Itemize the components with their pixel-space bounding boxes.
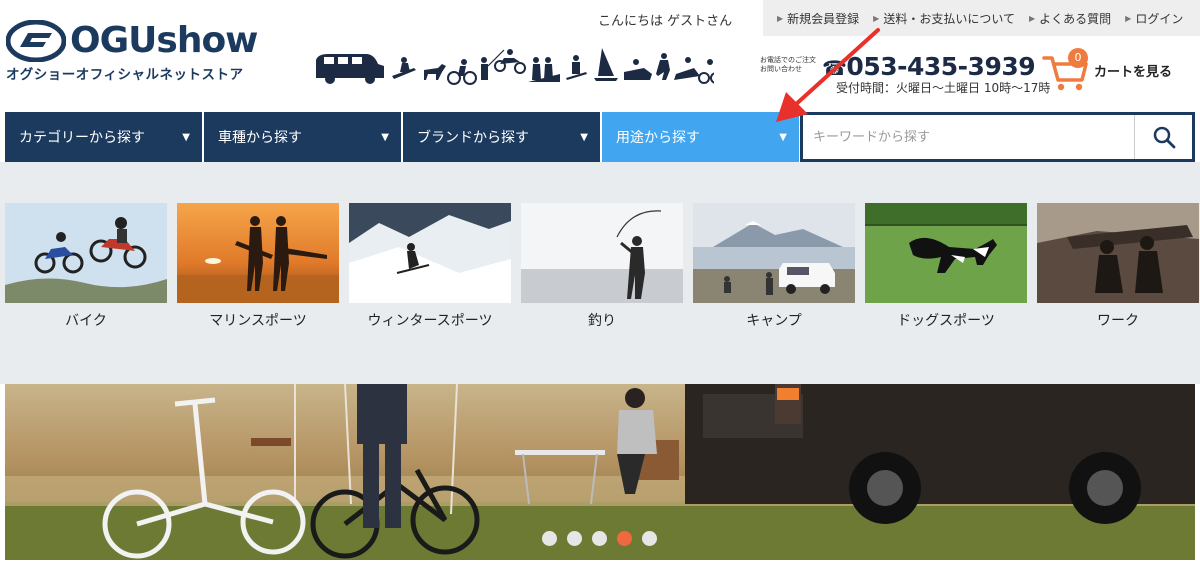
- caret-down-icon: ▼: [381, 131, 389, 143]
- cart-label: カートを見る: [1094, 64, 1173, 80]
- nav-vehicle[interactable]: 車種から探す ▼: [204, 112, 401, 162]
- cart-icon: 0: [1042, 48, 1090, 92]
- phone-caption: お電話でのご注文 お問い合わせ: [760, 56, 816, 74]
- top-link-login[interactable]: ▶ ログイン: [1125, 10, 1183, 27]
- category-camp[interactable]: キャンプ: [693, 203, 855, 353]
- cart-button[interactable]: 0 カートを見る: [1042, 48, 1172, 92]
- triangle-icon: ▶: [1125, 13, 1132, 23]
- category-dog[interactable]: ドッグスポーツ: [865, 203, 1027, 353]
- logo-text: OGUshow: [70, 20, 258, 61]
- category-image: [177, 203, 339, 303]
- brand-logo[interactable]: OGUshow: [6, 20, 258, 62]
- category-label: キャンプ: [746, 313, 802, 329]
- nav-category[interactable]: カテゴリーから探す ▼: [5, 112, 202, 162]
- nav-label: カテゴリーから探す: [19, 130, 145, 146]
- phone-caption-line2: お問い合わせ: [760, 65, 802, 73]
- activity-silhouettes-icon: [316, 48, 714, 85]
- search-icon: [1153, 126, 1175, 149]
- top-link-shipping[interactable]: ▶ 送料・お支払いについて: [873, 10, 1015, 27]
- search-box: [800, 112, 1195, 162]
- category-marine[interactable]: マリンスポーツ: [177, 203, 339, 353]
- slide-indicator: [542, 531, 657, 546]
- category-label: マリンスポーツ: [209, 313, 307, 329]
- category-label: 釣り: [588, 313, 616, 329]
- slide-dot-2[interactable]: [567, 531, 582, 546]
- category-list: バイク マリンスポーツ ウィンタースポーツ 釣り キャンプ ドッグスポーツ ワー…: [5, 203, 1199, 353]
- nav-label: 用途から探す: [616, 130, 700, 146]
- search-input[interactable]: [803, 115, 1134, 159]
- caret-down-icon: ▼: [580, 131, 588, 143]
- caret-down-icon: ▼: [182, 131, 190, 143]
- top-link-faq[interactable]: ▶ よくある質問: [1029, 10, 1111, 27]
- category-image: [865, 203, 1027, 303]
- category-work[interactable]: ワーク: [1037, 203, 1199, 353]
- top-link-label: ログイン: [1135, 11, 1184, 26]
- nav-usage[interactable]: 用途から探す ▼: [602, 112, 799, 162]
- main-nav: カテゴリーから探す ▼ 車種から探す ▼ ブランドから探す ▼ 用途から探す ▼: [5, 112, 1195, 162]
- search-button[interactable]: [1134, 115, 1192, 159]
- phone-icon: ☎: [822, 56, 847, 80]
- cart-count-badge: 0: [1068, 48, 1088, 68]
- nav-brand[interactable]: ブランドから探す ▼: [403, 112, 600, 162]
- triangle-icon: ▶: [777, 13, 784, 23]
- category-bike[interactable]: バイク: [5, 203, 167, 353]
- category-label: ドッグスポーツ: [897, 313, 995, 329]
- greeting-text: こんにちは ゲストさん: [598, 14, 733, 29]
- top-link-label: よくある質問: [1039, 11, 1112, 26]
- slide-dot-3[interactable]: [592, 531, 607, 546]
- category-winter[interactable]: ウィンタースポーツ: [349, 203, 511, 353]
- category-image: [521, 203, 683, 303]
- triangle-icon: ▶: [1028, 13, 1036, 23]
- top-link-label: 新規会員登録: [787, 11, 860, 26]
- slide-dot-4[interactable]: [617, 531, 632, 546]
- usage-category-section: バイク マリンスポーツ ウィンタースポーツ 釣り キャンプ ドッグスポーツ ワー…: [0, 162, 1200, 384]
- slide-dot-5[interactable]: [642, 531, 657, 546]
- category-image: [693, 203, 855, 303]
- nav-label: ブランドから探す: [417, 130, 529, 146]
- category-image: [1037, 203, 1199, 303]
- category-label: ウィンタースポーツ: [367, 313, 493, 329]
- site-header: OGUshow オグショーオフィシャルネットストア こんにちは ゲストさん ▶ 新…: [0, 0, 1200, 112]
- top-link-register[interactable]: ▶ 新規会員登録: [777, 10, 859, 27]
- nav-label: 車種から探す: [218, 130, 302, 146]
- phone-number[interactable]: ☎053-435-3939: [822, 52, 1036, 81]
- category-label: ワーク: [1097, 313, 1139, 329]
- slide-dot-1[interactable]: [542, 531, 557, 546]
- logo-mark-icon: [6, 20, 66, 62]
- category-label: バイク: [65, 313, 107, 329]
- phone-hours: 受付時間：火曜日〜土曜日 10時〜17時: [836, 81, 1051, 95]
- phone-number-text: 053-435-3939: [846, 52, 1036, 81]
- category-fishing[interactable]: 釣り: [521, 203, 683, 353]
- phone-caption-line1: お電話でのご注文: [760, 56, 816, 64]
- caret-down-icon: ▼: [779, 131, 787, 143]
- triangle-icon: ▶: [873, 13, 880, 23]
- category-image: [5, 203, 167, 303]
- top-links-bar: ▶ 新規会員登録 ▶ 送料・お支払いについて ▶ よくある質問 ▶ ログイン: [763, 0, 1200, 36]
- category-image: [349, 203, 511, 303]
- logo-subtitle: オグショーオフィシャルネットストア: [6, 67, 244, 83]
- top-link-label: 送料・お支払いについて: [883, 11, 1015, 26]
